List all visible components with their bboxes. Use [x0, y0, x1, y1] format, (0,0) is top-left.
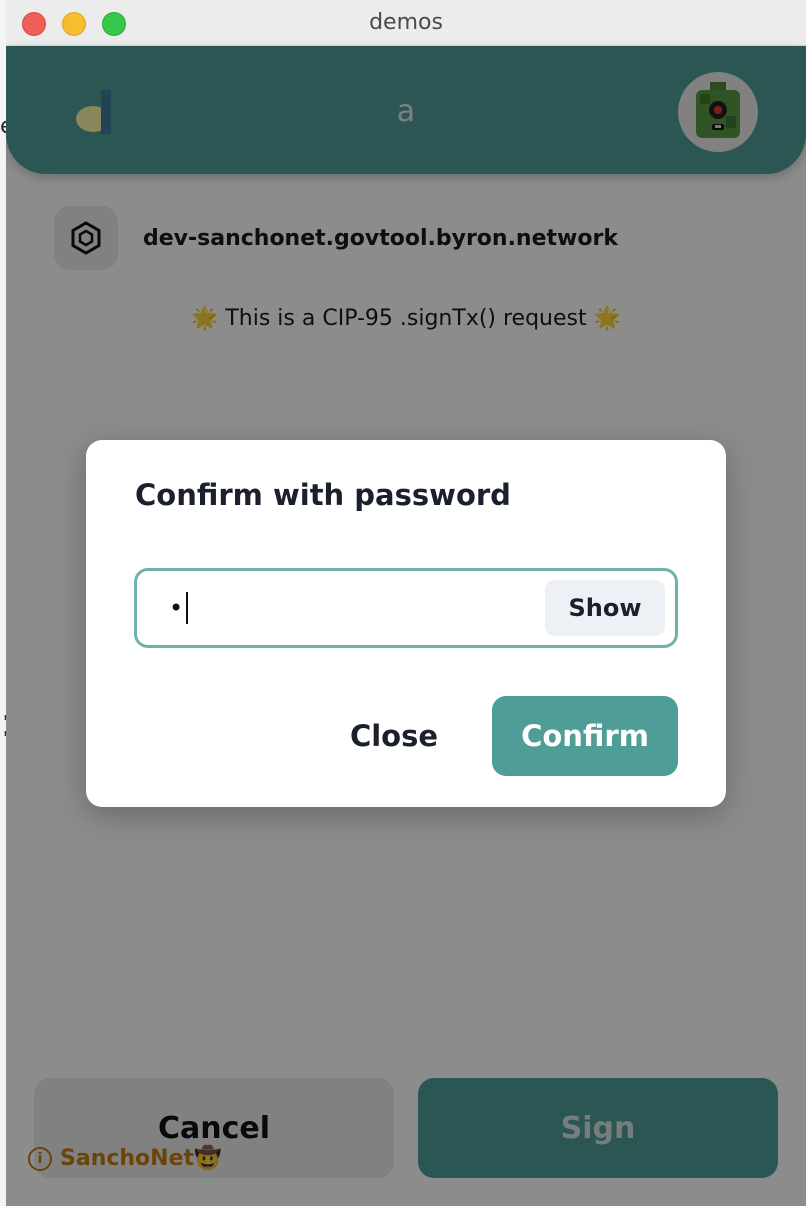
confirm-button[interactable]: Confirm [492, 696, 678, 776]
window-titlebar: demos [6, 0, 806, 46]
close-window-button[interactable] [22, 12, 46, 36]
close-button[interactable]: Close [336, 696, 452, 776]
minimize-window-button[interactable] [62, 12, 86, 36]
password-mask: • [169, 594, 184, 622]
password-dialog: Confirm with password • Show Close Confi… [86, 440, 726, 807]
extension-popup-window: demos a dev-sanchonet.govtool.byron.netw… [6, 0, 806, 1206]
show-password-button[interactable]: Show [545, 580, 665, 636]
password-value: • [169, 591, 189, 625]
maximize-window-button[interactable] [102, 12, 126, 36]
dialog-title: Confirm with password [135, 478, 511, 512]
window-title: demos [369, 10, 443, 35]
text-caret [186, 592, 189, 624]
password-input[interactable]: • Show [134, 568, 678, 648]
